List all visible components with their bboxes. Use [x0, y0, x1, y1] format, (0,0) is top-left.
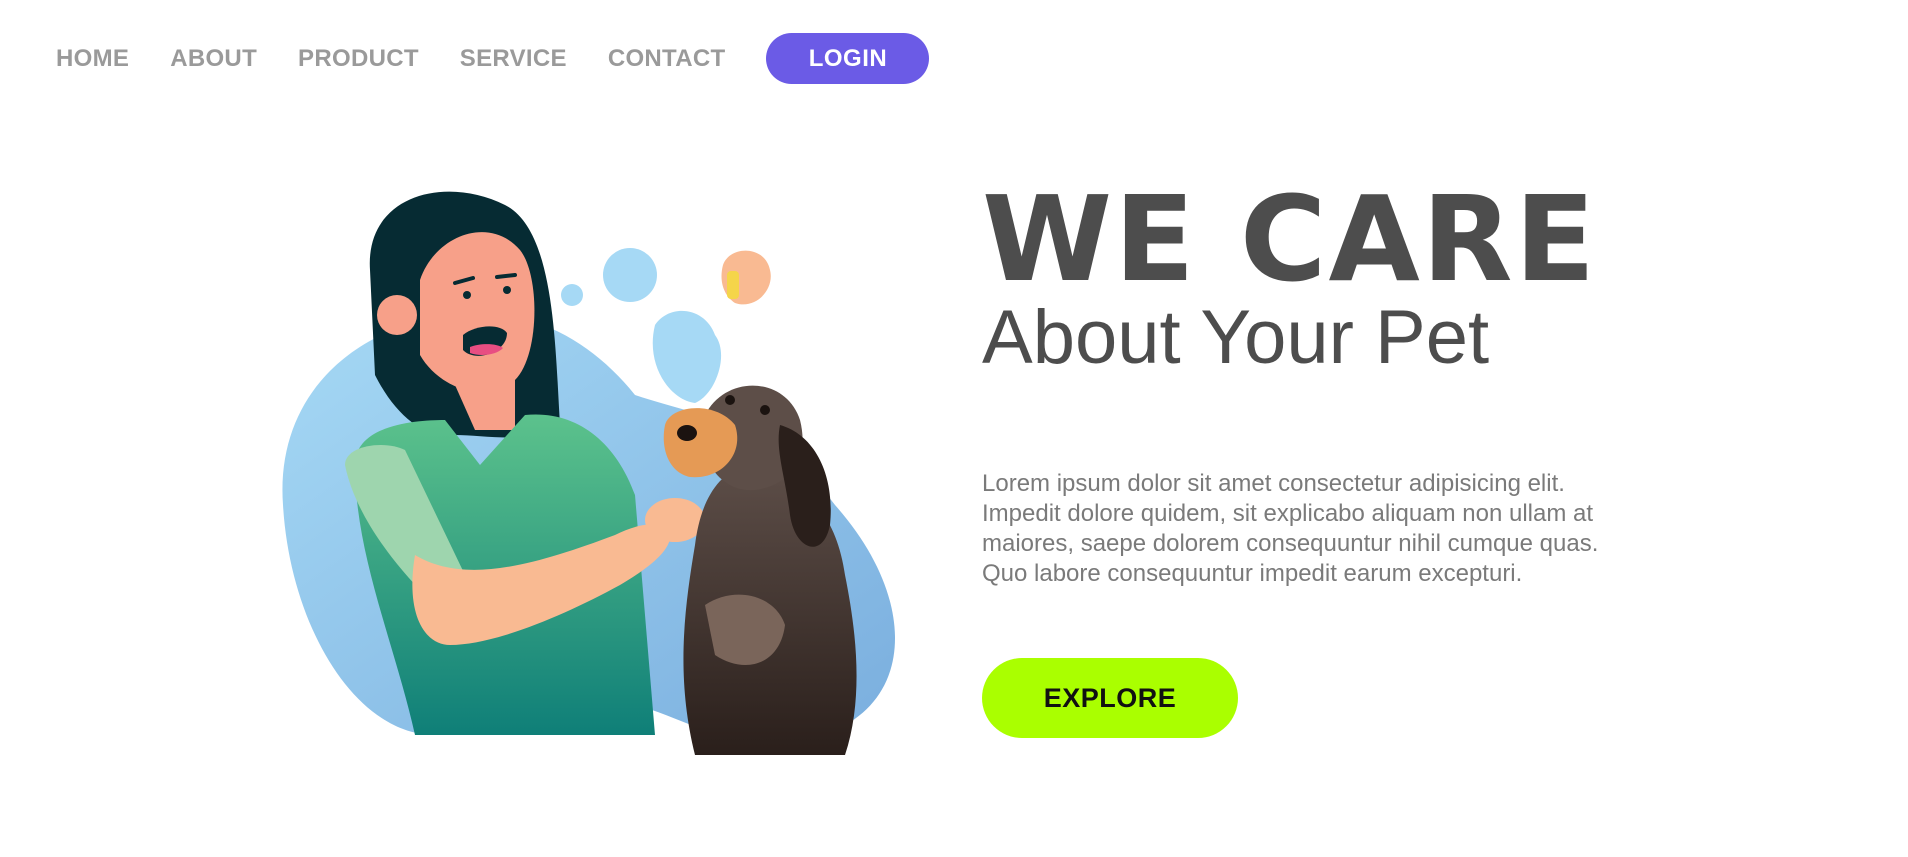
top-navigation: HOME ABOUT PRODUCT SERVICE CONTACT LOGIN [56, 33, 930, 84]
dog-eye-right [760, 405, 770, 415]
hero-headline: WE CARE [982, 170, 1598, 308]
hero-subheadline: About Your Pet [982, 295, 1490, 380]
nav-home-link[interactable]: HOME [56, 45, 129, 73]
woman-ear [377, 295, 417, 335]
dog-eye-left [725, 395, 735, 405]
bubble-drop [652, 310, 722, 403]
nav-about-link[interactable]: ABOUT [170, 45, 257, 73]
nav-contact-link[interactable]: CONTACT [608, 45, 726, 73]
woman-face [420, 232, 535, 393]
woman-right-brow [495, 273, 517, 279]
dropper [727, 271, 739, 299]
woman-hand [645, 498, 705, 542]
nav-service-link[interactable]: SERVICE [460, 45, 567, 73]
bubble-large [603, 248, 657, 302]
nav-product-link[interactable]: PRODUCT [298, 45, 419, 73]
bubble-small [561, 284, 583, 306]
login-button[interactable]: LOGIN [766, 33, 930, 84]
explore-button[interactable]: EXPLORE [982, 658, 1238, 738]
woman-with-dog-illustration [282, 191, 895, 755]
woman-right-eye [503, 286, 511, 294]
hero-description: Lorem ipsum dolor sit amet consectetur a… [982, 470, 1599, 587]
woman-left-eye [463, 291, 471, 299]
dog-nose [677, 425, 697, 441]
